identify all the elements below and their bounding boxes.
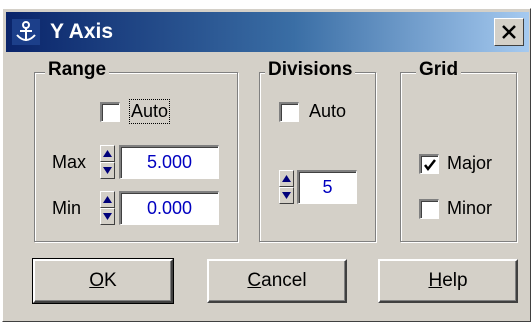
divisions-group: Divisions Auto 5	[259, 59, 376, 242]
range-auto-checkbox[interactable]	[100, 102, 120, 122]
min-spinner[interactable]	[100, 191, 115, 225]
divisions-auto-label[interactable]: Auto	[309, 101, 346, 122]
max-spin-down[interactable]	[100, 162, 115, 179]
divisions-input[interactable]: 5	[297, 170, 357, 204]
major-checkbox[interactable]	[419, 154, 439, 174]
title-bar[interactable]: Y Axis	[6, 12, 529, 52]
spin-down-icon	[103, 167, 112, 174]
cancel-mnemonic: C	[247, 270, 262, 291]
max-spinner[interactable]	[100, 145, 115, 179]
divisions-auto-checkbox[interactable]	[279, 102, 299, 122]
grid-legend: Grid	[416, 59, 462, 81]
minor-label[interactable]: Minor	[447, 198, 492, 219]
cancel-label-rest: ancel	[261, 270, 307, 291]
major-label[interactable]: Major	[447, 153, 492, 174]
spin-up-icon	[282, 175, 291, 182]
check-icon	[424, 159, 436, 172]
dialog-title: Y Axis	[50, 20, 114, 43]
y-axis-dialog: Y Axis Range Auto Max 5.000 Min 0.000 Di…	[2, 8, 531, 322]
max-spin-up[interactable]	[100, 145, 115, 162]
divisions-spinner[interactable]	[279, 170, 294, 204]
spin-up-icon	[103, 196, 112, 203]
help-mnemonic: H	[428, 270, 443, 291]
close-button[interactable]	[494, 18, 524, 46]
max-input[interactable]: 5.000	[119, 145, 219, 179]
help-label-rest: elp	[442, 270, 468, 291]
min-spin-down[interactable]	[100, 208, 115, 225]
divisions-legend: Divisions	[265, 59, 356, 81]
help-button[interactable]: Help	[378, 259, 518, 303]
close-icon	[502, 25, 516, 39]
divisions-spin-down[interactable]	[279, 187, 294, 204]
spin-down-icon	[103, 213, 112, 220]
min-spin-up[interactable]	[100, 191, 115, 208]
min-input[interactable]: 0.000	[119, 191, 219, 225]
anchor-app-icon	[12, 19, 40, 45]
range-group: Range Auto Max 5.000 Min 0.000	[34, 59, 238, 242]
min-label: Min	[52, 198, 82, 218]
spin-down-icon	[282, 192, 291, 199]
range-legend: Range	[45, 59, 110, 81]
ok-button[interactable]: OK	[32, 258, 174, 304]
spin-up-icon	[103, 150, 112, 157]
divisions-spin-up[interactable]	[279, 170, 294, 187]
ok-mnemonic: O	[89, 270, 105, 291]
max-label: Max	[52, 152, 87, 172]
grid-group: Grid Major Minor	[400, 59, 517, 242]
range-auto-label[interactable]: Auto	[128, 99, 171, 124]
ok-label-rest: K	[104, 270, 117, 291]
minor-checkbox[interactable]	[419, 199, 439, 219]
cancel-button[interactable]: Cancel	[207, 259, 347, 303]
